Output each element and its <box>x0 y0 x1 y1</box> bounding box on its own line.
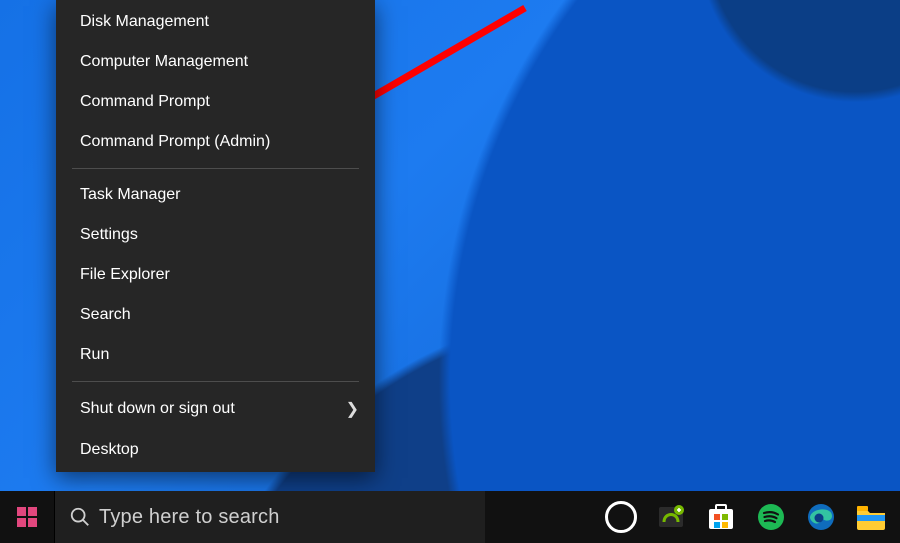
menu-item-label: Run <box>80 346 109 364</box>
menu-item-label: Computer Management <box>80 53 248 71</box>
search-placeholder: Type here to search <box>99 506 280 529</box>
chevron-right-icon: ❯ <box>346 399 359 419</box>
menu-separator <box>72 381 359 382</box>
menu-item-label: Shut down or sign out <box>80 400 235 418</box>
nvidia-icon <box>656 502 686 532</box>
file-explorer-icon <box>855 502 887 532</box>
menu-item-settings[interactable]: Settings <box>56 215 375 255</box>
menu-item-disk-management[interactable]: Disk Management <box>56 2 375 42</box>
menu-item-label: Desktop <box>80 441 139 459</box>
menu-item-label: Task Manager <box>80 186 181 204</box>
menu-item-computer-management[interactable]: Computer Management <box>56 42 375 82</box>
search-icon <box>69 506 91 528</box>
taskbar-tray <box>592 491 900 543</box>
menu-item-label: Disk Management <box>80 13 209 31</box>
spotify-button[interactable] <box>748 494 794 540</box>
menu-item-label: Command Prompt (Admin) <box>80 133 270 151</box>
menu-item-shutdown[interactable]: Shut down or sign out ❯ <box>56 388 375 430</box>
menu-item-command-prompt[interactable]: Command Prompt <box>56 82 375 122</box>
edge-button[interactable] <box>798 494 844 540</box>
taskbar: Type here to search <box>0 491 900 543</box>
menu-separator <box>72 168 359 169</box>
menu-item-label: Search <box>80 306 131 324</box>
menu-item-search[interactable]: Search <box>56 295 375 335</box>
microsoft-store-icon <box>705 501 737 533</box>
windows-logo-icon <box>17 507 37 527</box>
microsoft-store-button[interactable] <box>698 494 744 540</box>
cortana-icon <box>605 501 637 533</box>
menu-item-label: Command Prompt <box>80 93 210 111</box>
file-explorer-button[interactable] <box>848 494 894 540</box>
menu-item-desktop[interactable]: Desktop <box>56 430 375 470</box>
menu-item-command-prompt-admin[interactable]: Command Prompt (Admin) <box>56 122 375 162</box>
start-button[interactable] <box>0 491 54 543</box>
menu-item-task-manager[interactable]: Task Manager <box>56 175 375 215</box>
cortana-button[interactable] <box>598 494 644 540</box>
menu-item-label: Settings <box>80 226 138 244</box>
search-box[interactable]: Type here to search <box>54 491 485 543</box>
menu-item-file-explorer[interactable]: File Explorer <box>56 255 375 295</box>
menu-item-run[interactable]: Run <box>56 335 375 375</box>
edge-icon <box>806 502 836 532</box>
menu-item-label: File Explorer <box>80 266 170 284</box>
spotify-icon <box>756 502 786 532</box>
nvidia-button[interactable] <box>648 494 694 540</box>
winx-context-menu: Disk Management Computer Management Comman… <box>56 0 375 472</box>
